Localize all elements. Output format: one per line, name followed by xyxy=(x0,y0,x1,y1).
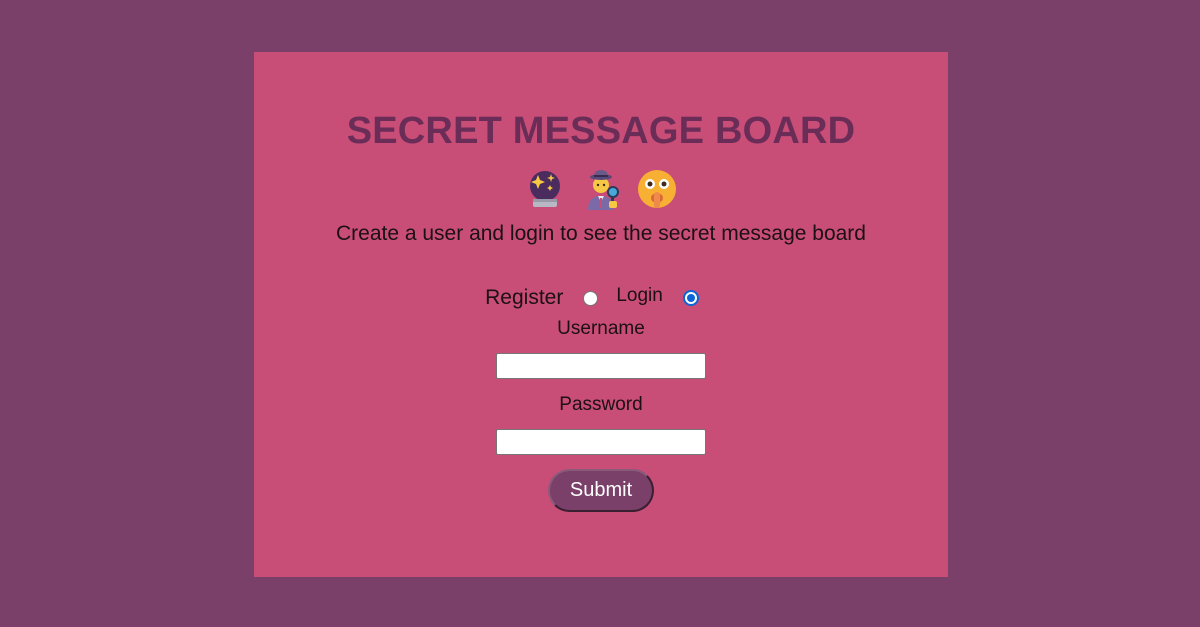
shushing-face-icon xyxy=(638,170,676,208)
crystal-ball-icon xyxy=(530,171,560,207)
password-label: Password xyxy=(559,394,643,415)
page-title: SECRET MESSAGE BOARD xyxy=(346,110,856,152)
login-radio[interactable] xyxy=(682,290,699,306)
register-radio[interactable] xyxy=(583,290,599,306)
login-card: SECRET MESSAGE BOARD Create a user and l… xyxy=(254,52,948,577)
mode-selector: Register Login xyxy=(485,283,717,313)
username-input[interactable] xyxy=(496,353,706,379)
login-label: Login xyxy=(616,285,663,306)
password-input[interactable] xyxy=(496,429,706,455)
detective-icon xyxy=(588,170,619,210)
submit-button[interactable]: Submit xyxy=(548,469,654,512)
page-subtitle: Create a user and login to see the secre… xyxy=(336,222,866,245)
emoji-row xyxy=(524,167,678,211)
username-label: Username xyxy=(557,318,645,339)
register-label: Register xyxy=(485,286,564,309)
